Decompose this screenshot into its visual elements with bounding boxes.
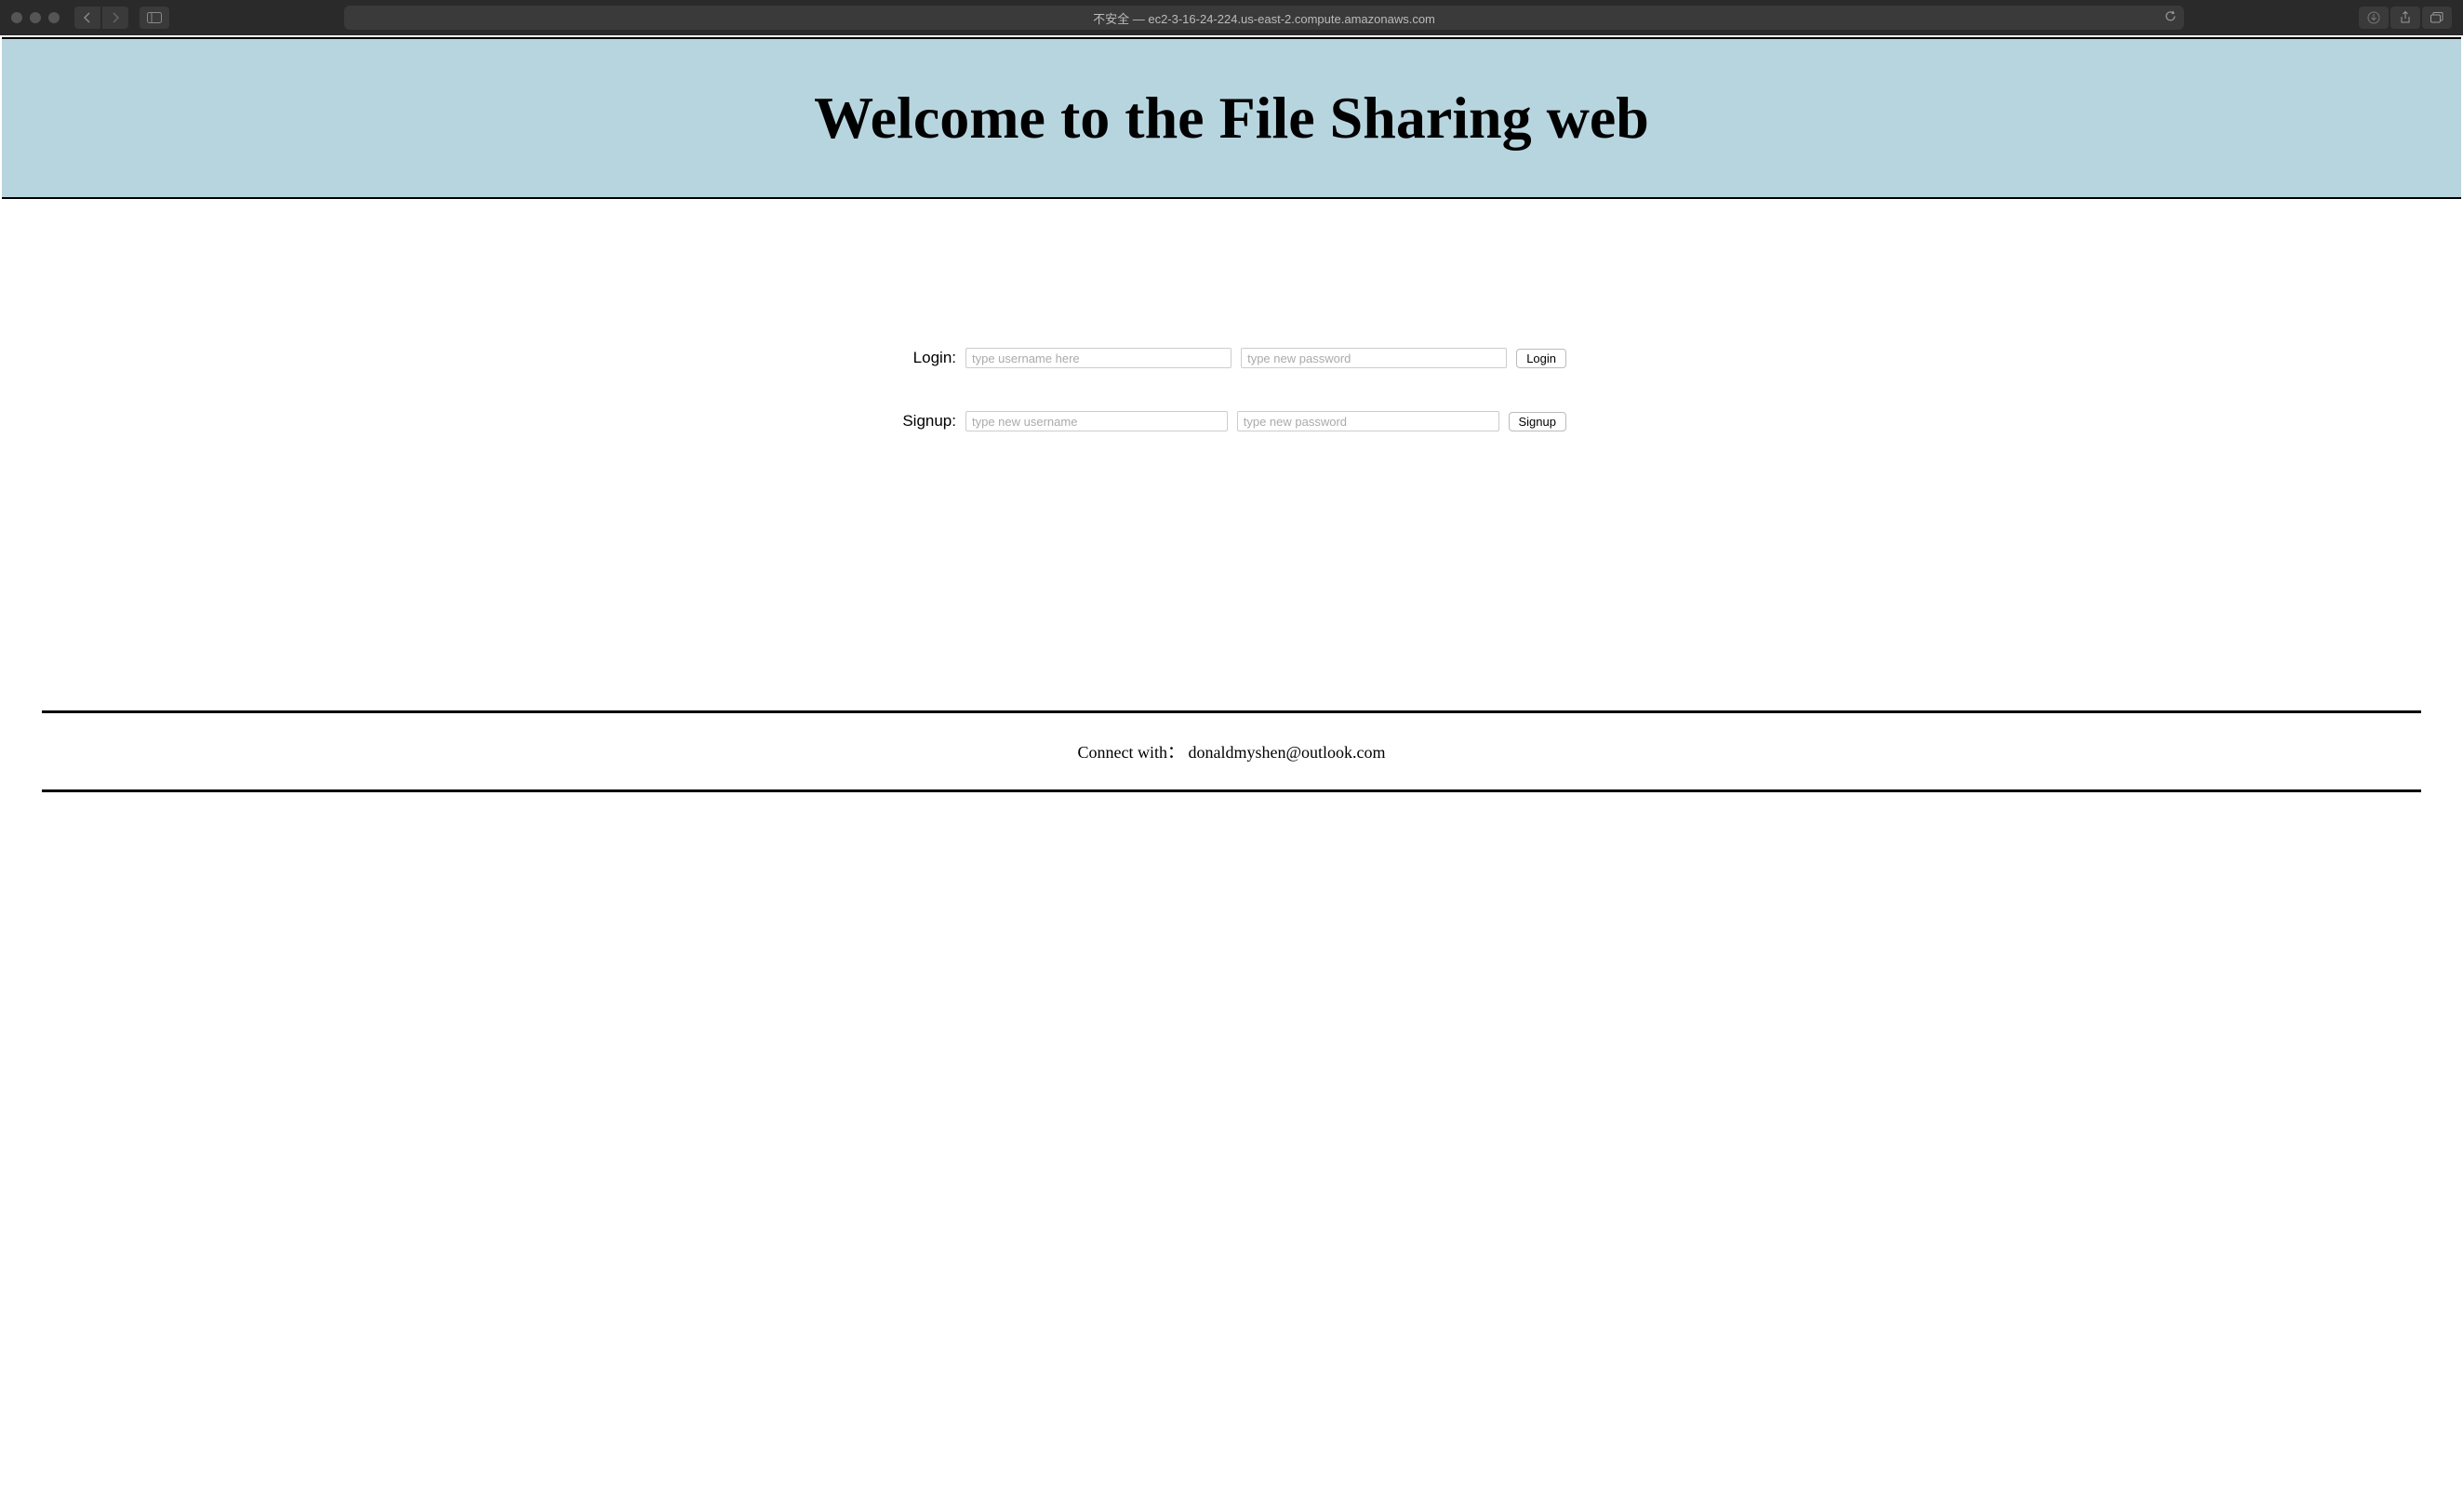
sidebar-toggle-button[interactable] xyxy=(140,7,169,29)
header-banner: Welcome to the File Sharing web xyxy=(2,37,2461,199)
forms-container: Login: Login Signup: Signup xyxy=(878,348,1585,431)
signup-button[interactable]: Signup xyxy=(1509,412,1566,431)
toolbar-right xyxy=(2359,7,2452,29)
browser-toolbar: 不安全 — ec2-3-16-24-224.us-east-2.compute.… xyxy=(0,0,2463,35)
share-button[interactable] xyxy=(2390,7,2420,29)
download-icon xyxy=(2367,11,2380,24)
url-text: 不安全 — ec2-3-16-24-224.us-east-2.compute.… xyxy=(1093,9,1435,27)
login-password-input[interactable] xyxy=(1241,348,1507,368)
chevron-right-icon xyxy=(111,12,120,23)
signup-password-input[interactable] xyxy=(1237,411,1499,431)
forward-button[interactable] xyxy=(102,7,128,29)
sidebar-icon xyxy=(147,12,162,23)
window-controls xyxy=(11,12,60,23)
maximize-window-icon[interactable] xyxy=(48,12,60,23)
downloads-button[interactable] xyxy=(2359,7,2389,29)
tabs-button[interactable] xyxy=(2422,7,2452,29)
reload-button[interactable] xyxy=(2164,10,2177,25)
chevron-left-icon xyxy=(83,12,92,23)
login-label: Login: xyxy=(897,349,956,367)
signup-label: Signup: xyxy=(897,412,956,431)
signup-row: Signup: Signup xyxy=(897,411,1566,431)
footer-contact-email: donaldmyshen@outlook.com xyxy=(1188,743,1385,762)
page-title: Welcome to the File Sharing web xyxy=(20,84,2443,153)
reload-icon xyxy=(2164,10,2177,22)
login-username-input[interactable] xyxy=(965,348,1232,368)
tabs-icon xyxy=(2430,12,2443,23)
signup-username-input[interactable] xyxy=(965,411,1228,431)
login-row: Login: Login xyxy=(897,348,1566,368)
login-button[interactable]: Login xyxy=(1516,349,1566,368)
url-bar[interactable]: 不安全 — ec2-3-16-24-224.us-east-2.compute.… xyxy=(344,6,2184,30)
footer: Connect with： donaldmyshen@outlook.com xyxy=(0,710,2463,792)
page-body: Welcome to the File Sharing web Login: L… xyxy=(0,37,2463,792)
minimize-window-icon[interactable] xyxy=(30,12,41,23)
share-icon xyxy=(2400,11,2411,24)
footer-divider-bottom xyxy=(42,789,2421,792)
close-window-icon[interactable] xyxy=(11,12,22,23)
nav-buttons xyxy=(74,7,128,29)
back-button[interactable] xyxy=(74,7,100,29)
footer-contact: Connect with： donaldmyshen@outlook.com xyxy=(42,713,2421,789)
footer-contact-label: Connect with： xyxy=(1077,743,1184,762)
